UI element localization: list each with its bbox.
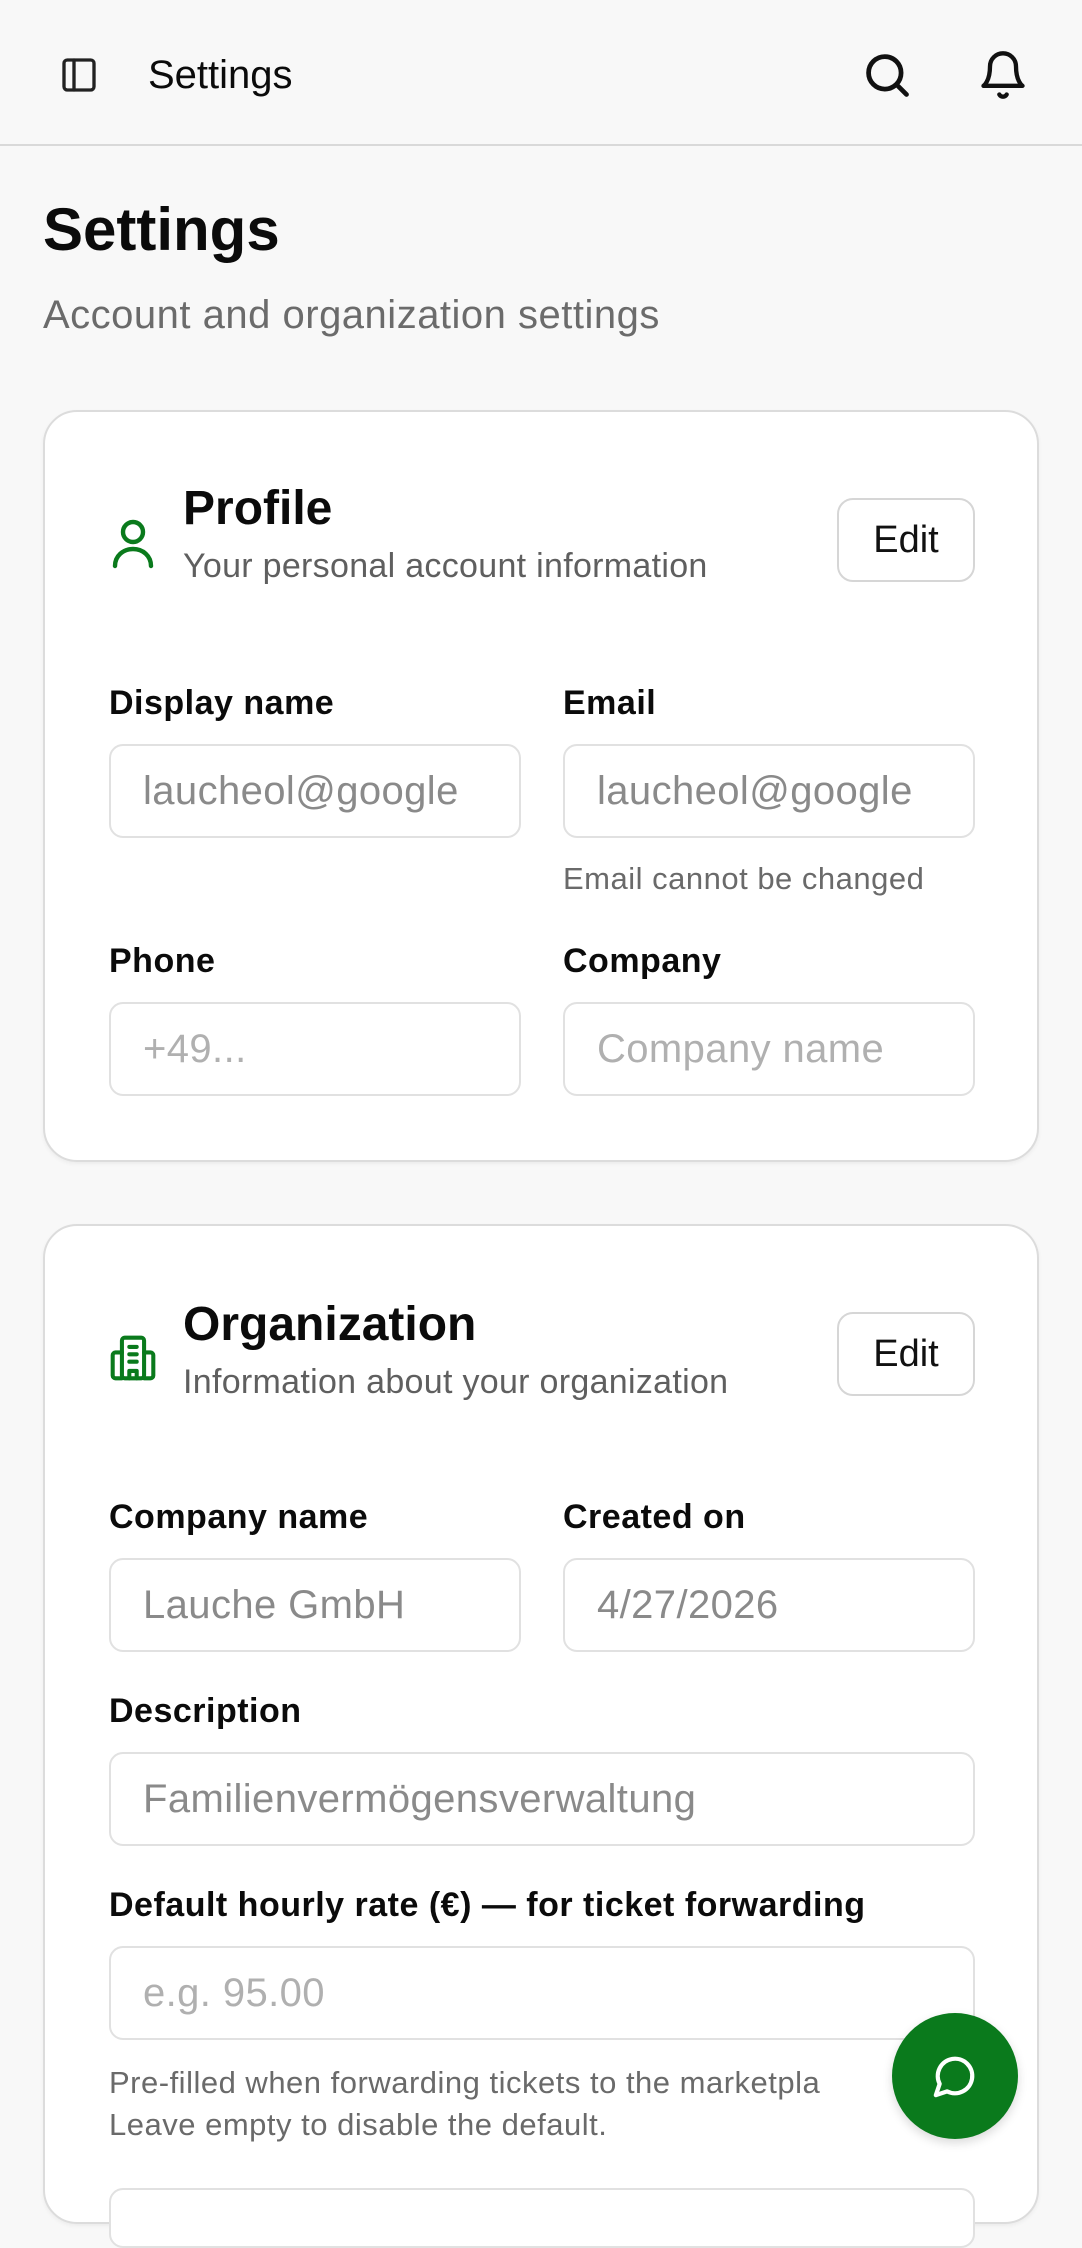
profile-card: Profile Your personal account informatio… (43, 410, 1039, 1162)
company-name-field[interactable]: Lauche GmbH (109, 1558, 521, 1652)
company-field[interactable]: Company name (563, 1002, 975, 1096)
hourly-rate-hint-line2: Leave empty to disable the default. (109, 2107, 608, 2142)
company-name-label: Company name (109, 1498, 369, 1536)
organization-title: Organization (183, 1298, 477, 1351)
phone-field[interactable]: +49... (109, 1002, 521, 1096)
top-bar: Settings (0, 0, 1082, 146)
profile-title: Profile (183, 482, 333, 535)
profile-description: Your personal account information (183, 547, 708, 585)
organization-card: Organization Information about your orga… (43, 1224, 1039, 2248)
organization-edit-button[interactable]: Edit (837, 1312, 975, 1396)
next-field-partial[interactable] (109, 2188, 975, 2248)
page-title: Settings (43, 196, 280, 263)
display-name-field[interactable]: laucheol@google (109, 744, 521, 838)
organization-description: Information about your organization (183, 1363, 729, 1401)
profile-edit-button[interactable]: Edit (837, 498, 975, 582)
page-subtitle: Account and organization settings (43, 293, 660, 337)
search-button[interactable] (856, 44, 918, 106)
building-icon (110, 1335, 156, 1381)
search-icon (866, 54, 909, 97)
company-label: Company (563, 942, 722, 980)
description-label: Description (109, 1692, 302, 1730)
phone-label: Phone (109, 942, 216, 980)
email-label: Email (563, 684, 657, 722)
chat-button[interactable] (892, 2013, 1018, 2139)
sidebar-icon (62, 58, 96, 92)
bell-icon (981, 51, 1025, 99)
email-field[interactable]: laucheol@google (563, 744, 975, 838)
created-on-field[interactable]: 4/27/2026 (563, 1558, 975, 1652)
hourly-rate-field[interactable]: e.g. 95.00 (109, 1946, 975, 2040)
hourly-rate-label: Default hourly rate (€) — for ticket for… (109, 1886, 866, 1924)
email-hint: Email cannot be changed (563, 861, 925, 896)
description-field[interactable]: Familienvermögensverwaltung (109, 1752, 975, 1846)
display-name-label: Display name (109, 684, 335, 722)
notifications-button[interactable] (972, 44, 1034, 106)
user-icon (112, 519, 154, 569)
sidebar-toggle-button[interactable] (50, 46, 108, 104)
hourly-rate-hint-line1: Pre-filled when forwarding tickets to th… (109, 2065, 821, 2100)
created-on-label: Created on (563, 1498, 746, 1536)
topbar-title: Settings (148, 53, 293, 97)
chat-bubble-icon (933, 2056, 975, 2098)
